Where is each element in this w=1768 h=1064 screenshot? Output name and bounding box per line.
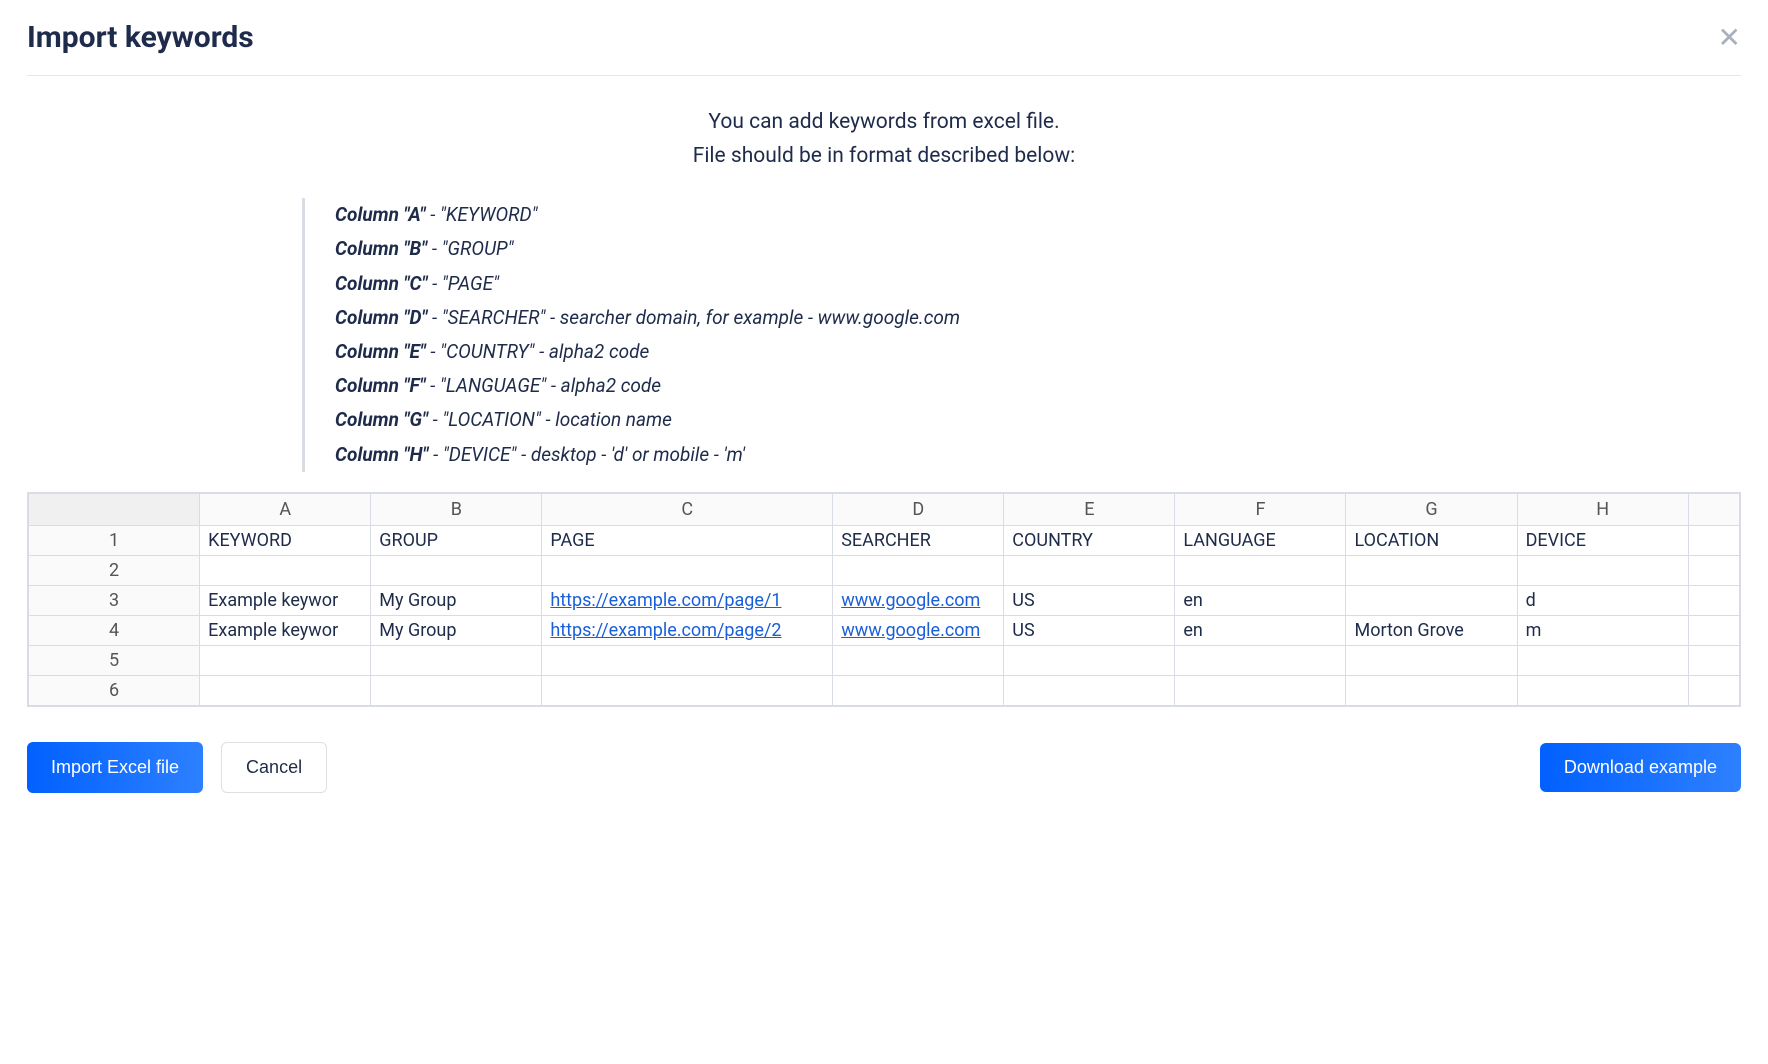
cell: LANGUAGE bbox=[1175, 525, 1346, 555]
cell: Example keywor bbox=[200, 615, 371, 645]
cell bbox=[1175, 675, 1346, 705]
row-number: 1 bbox=[29, 525, 200, 555]
cell: US bbox=[1004, 615, 1175, 645]
col-g-desc: Column "G" - "LOCATION" - location name bbox=[335, 403, 1741, 437]
cell bbox=[1346, 585, 1517, 615]
cell bbox=[200, 555, 371, 585]
col-header-b: B bbox=[371, 493, 542, 525]
row-number: 2 bbox=[29, 555, 200, 585]
close-icon[interactable]: ✕ bbox=[1718, 24, 1741, 52]
cell-blank bbox=[1688, 675, 1739, 705]
cell bbox=[1175, 555, 1346, 585]
col-header-h: H bbox=[1517, 493, 1688, 525]
col-header-a: A bbox=[200, 493, 371, 525]
cell-blank bbox=[1688, 555, 1739, 585]
cell: GROUP bbox=[371, 525, 542, 555]
cell: www.google.com bbox=[833, 585, 1004, 615]
table-row: 4Example keyworMy Grouphttps://example.c… bbox=[29, 615, 1740, 645]
cell: www.google.com bbox=[833, 615, 1004, 645]
col-header-e: E bbox=[1004, 493, 1175, 525]
col-e-desc: Column "E" - "COUNTRY" - alpha2 code bbox=[335, 335, 1741, 369]
cell-blank bbox=[1688, 585, 1739, 615]
table-row: 5 bbox=[29, 645, 1740, 675]
cell: d bbox=[1517, 585, 1688, 615]
row-number: 4 bbox=[29, 615, 200, 645]
cell bbox=[1346, 555, 1517, 585]
cell: PAGE bbox=[542, 525, 833, 555]
cell: en bbox=[1175, 585, 1346, 615]
cell: Morton Grove bbox=[1346, 615, 1517, 645]
cell bbox=[833, 645, 1004, 675]
cell: SEARCHER bbox=[833, 525, 1004, 555]
import-excel-button[interactable]: Import Excel file bbox=[27, 742, 203, 793]
row-number: 5 bbox=[29, 645, 200, 675]
cell bbox=[1346, 645, 1517, 675]
cell: Example keywor bbox=[200, 585, 371, 615]
cell bbox=[1517, 675, 1688, 705]
intro-line2: File should be in format described below… bbox=[27, 140, 1741, 174]
col-h-desc: Column "H" - "DEVICE" - desktop - 'd' or… bbox=[335, 438, 1741, 472]
cell bbox=[371, 675, 542, 705]
cell: COUNTRY bbox=[1004, 525, 1175, 555]
cell-blank bbox=[1688, 645, 1739, 675]
col-header-g: G bbox=[1346, 493, 1517, 525]
col-header-d: D bbox=[833, 493, 1004, 525]
cell bbox=[371, 555, 542, 585]
table-row: 2 bbox=[29, 555, 1740, 585]
cell: DEVICE bbox=[1517, 525, 1688, 555]
cell-blank bbox=[1688, 525, 1739, 555]
table-row: 3Example keyworMy Grouphttps://example.c… bbox=[29, 585, 1740, 615]
cell: My Group bbox=[371, 585, 542, 615]
cell bbox=[1517, 645, 1688, 675]
cell bbox=[1004, 555, 1175, 585]
intro-text: You can add keywords from excel file. Fi… bbox=[27, 106, 1741, 173]
table-row: 6 bbox=[29, 675, 1740, 705]
cell: LOCATION bbox=[1346, 525, 1517, 555]
cell: https://example.com/page/1 bbox=[542, 585, 833, 615]
col-a-desc: Column "A" - "KEYWORD" bbox=[335, 198, 1741, 232]
col-b-desc: Column "B" - "GROUP" bbox=[335, 232, 1741, 266]
cell: m bbox=[1517, 615, 1688, 645]
cancel-button[interactable]: Cancel bbox=[221, 742, 327, 793]
sheet-col-headers: A B C D E F G H bbox=[29, 493, 1740, 525]
cell bbox=[1175, 645, 1346, 675]
download-example-button[interactable]: Download example bbox=[1540, 743, 1741, 792]
col-d-desc: Column "D" - "SEARCHER" - searcher domai… bbox=[335, 301, 1741, 335]
intro-line1: You can add keywords from excel file. bbox=[27, 106, 1741, 140]
cell bbox=[542, 555, 833, 585]
example-spreadsheet: A B C D E F G H 1KEYWORDGROUPPAGESEARCHE… bbox=[27, 492, 1741, 707]
cell: KEYWORD bbox=[200, 525, 371, 555]
cell bbox=[542, 675, 833, 705]
sheet-corner bbox=[29, 493, 200, 525]
cell bbox=[833, 555, 1004, 585]
row-number: 3 bbox=[29, 585, 200, 615]
cell bbox=[1517, 555, 1688, 585]
col-header-c: C bbox=[542, 493, 833, 525]
cell bbox=[1004, 645, 1175, 675]
table-row: 1KEYWORDGROUPPAGESEARCHERCOUNTRYLANGUAGE… bbox=[29, 525, 1740, 555]
dialog-header: Import keywords ✕ bbox=[27, 20, 1741, 76]
cell-blank bbox=[1688, 615, 1739, 645]
cell bbox=[1346, 675, 1517, 705]
cell bbox=[371, 645, 542, 675]
dialog-footer: Import Excel file Cancel Download exampl… bbox=[27, 742, 1741, 793]
cell bbox=[542, 645, 833, 675]
col-header-blank bbox=[1688, 493, 1739, 525]
cell bbox=[833, 675, 1004, 705]
cell bbox=[200, 645, 371, 675]
cell: US bbox=[1004, 585, 1175, 615]
dialog-title: Import keywords bbox=[27, 20, 254, 55]
cell bbox=[1004, 675, 1175, 705]
column-instructions: Column "A" - "KEYWORD" Column "B" - "GRO… bbox=[302, 198, 1741, 472]
col-f-desc: Column "F" - "LANGUAGE" - alpha2 code bbox=[335, 369, 1741, 403]
cell bbox=[200, 675, 371, 705]
cell: My Group bbox=[371, 615, 542, 645]
col-header-f: F bbox=[1175, 493, 1346, 525]
footer-left: Import Excel file Cancel bbox=[27, 742, 327, 793]
col-c-desc: Column "C" - "PAGE" bbox=[335, 267, 1741, 301]
cell: en bbox=[1175, 615, 1346, 645]
cell: https://example.com/page/2 bbox=[542, 615, 833, 645]
row-number: 6 bbox=[29, 675, 200, 705]
